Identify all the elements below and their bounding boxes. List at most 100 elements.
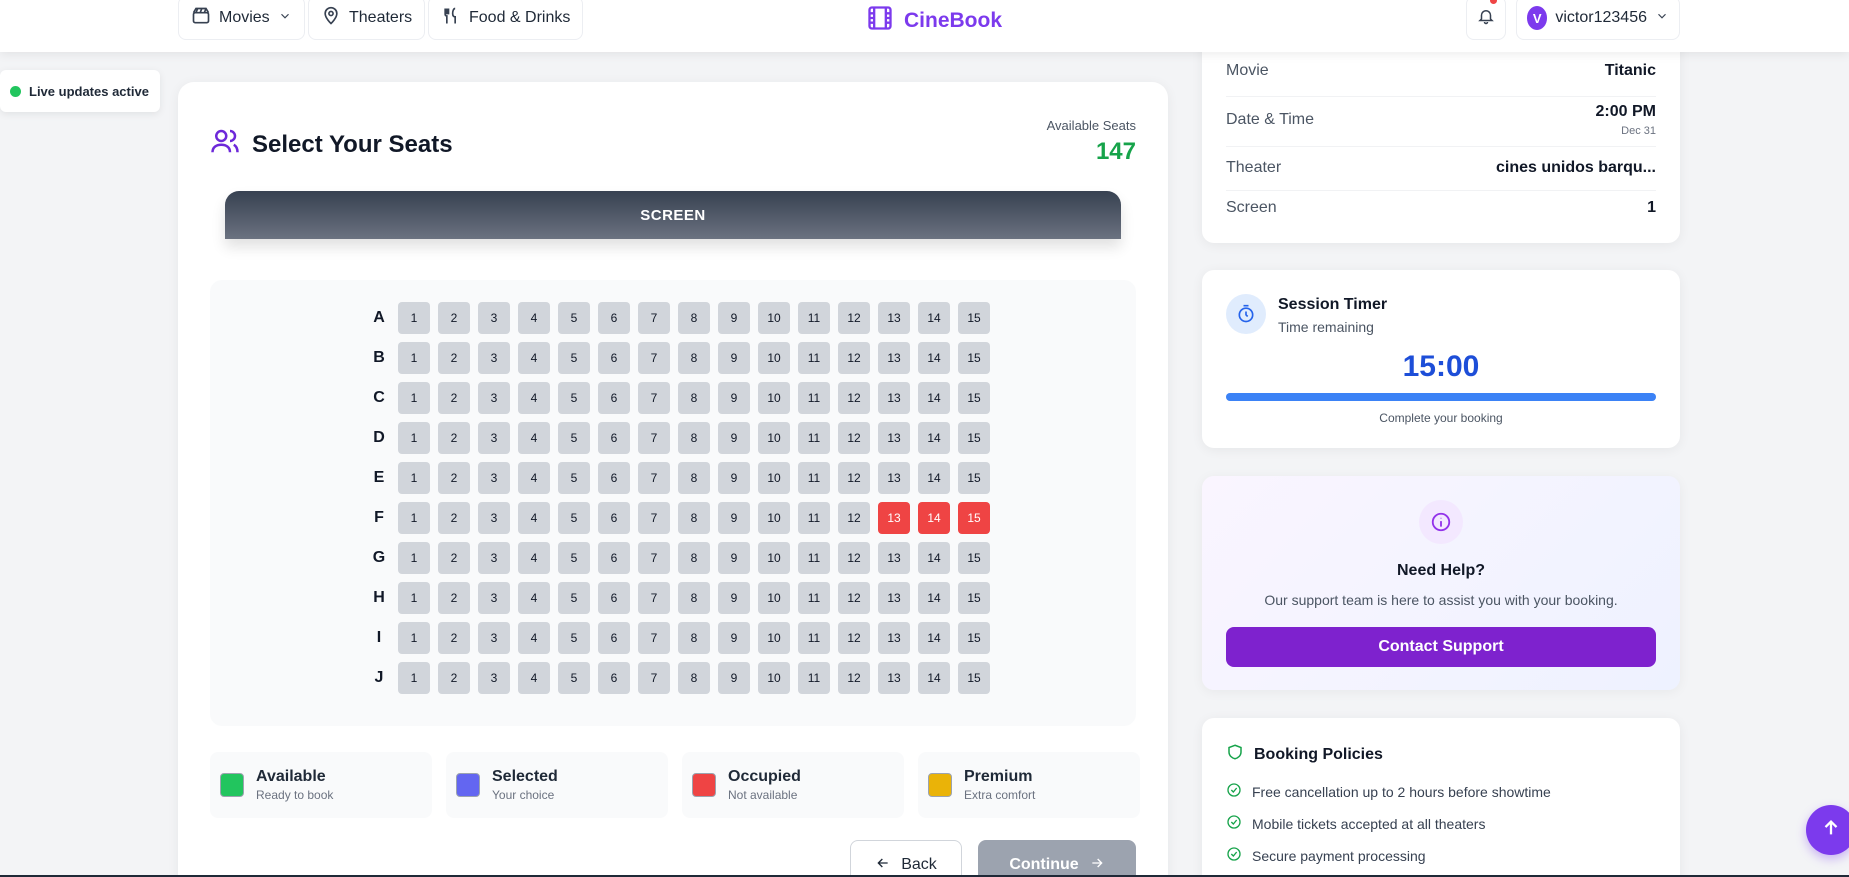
seat-j13[interactable]: 13 bbox=[878, 662, 910, 694]
seat-g9[interactable]: 9 bbox=[718, 542, 750, 574]
seat-a15[interactable]: 15 bbox=[958, 302, 990, 334]
seat-i1[interactable]: 1 bbox=[398, 622, 430, 654]
seat-d9[interactable]: 9 bbox=[718, 422, 750, 454]
user-menu-button[interactable]: V victor123456 bbox=[1516, 0, 1680, 40]
seat-e1[interactable]: 1 bbox=[398, 462, 430, 494]
seat-a12[interactable]: 12 bbox=[838, 302, 870, 334]
seat-j5[interactable]: 5 bbox=[558, 662, 590, 694]
seat-g5[interactable]: 5 bbox=[558, 542, 590, 574]
seat-e14[interactable]: 14 bbox=[918, 462, 950, 494]
seat-c9[interactable]: 9 bbox=[718, 382, 750, 414]
seat-i13[interactable]: 13 bbox=[878, 622, 910, 654]
seat-b3[interactable]: 3 bbox=[478, 342, 510, 374]
seat-h10[interactable]: 10 bbox=[758, 582, 790, 614]
seat-h2[interactable]: 2 bbox=[438, 582, 470, 614]
seat-f10[interactable]: 10 bbox=[758, 502, 790, 534]
seat-g12[interactable]: 12 bbox=[838, 542, 870, 574]
seat-g6[interactable]: 6 bbox=[598, 542, 630, 574]
contact-support-button[interactable]: Contact Support bbox=[1226, 627, 1656, 667]
seat-b13[interactable]: 13 bbox=[878, 342, 910, 374]
seat-f5[interactable]: 5 bbox=[558, 502, 590, 534]
seat-c1[interactable]: 1 bbox=[398, 382, 430, 414]
seat-j9[interactable]: 9 bbox=[718, 662, 750, 694]
seat-h1[interactable]: 1 bbox=[398, 582, 430, 614]
seat-e2[interactable]: 2 bbox=[438, 462, 470, 494]
seat-e12[interactable]: 12 bbox=[838, 462, 870, 494]
seat-b5[interactable]: 5 bbox=[558, 342, 590, 374]
seat-h6[interactable]: 6 bbox=[598, 582, 630, 614]
seat-d6[interactable]: 6 bbox=[598, 422, 630, 454]
seat-g11[interactable]: 11 bbox=[798, 542, 830, 574]
seat-g3[interactable]: 3 bbox=[478, 542, 510, 574]
theaters-nav-button[interactable]: Theaters bbox=[308, 0, 426, 40]
seat-d10[interactable]: 10 bbox=[758, 422, 790, 454]
seat-c3[interactable]: 3 bbox=[478, 382, 510, 414]
seat-j2[interactable]: 2 bbox=[438, 662, 470, 694]
seat-b11[interactable]: 11 bbox=[798, 342, 830, 374]
seat-e5[interactable]: 5 bbox=[558, 462, 590, 494]
seat-b12[interactable]: 12 bbox=[838, 342, 870, 374]
seat-f8[interactable]: 8 bbox=[678, 502, 710, 534]
seat-j15[interactable]: 15 bbox=[958, 662, 990, 694]
seat-c13[interactable]: 13 bbox=[878, 382, 910, 414]
seat-i8[interactable]: 8 bbox=[678, 622, 710, 654]
seat-c14[interactable]: 14 bbox=[918, 382, 950, 414]
seat-j12[interactable]: 12 bbox=[838, 662, 870, 694]
seat-b6[interactable]: 6 bbox=[598, 342, 630, 374]
seat-i9[interactable]: 9 bbox=[718, 622, 750, 654]
seat-g2[interactable]: 2 bbox=[438, 542, 470, 574]
seat-j10[interactable]: 10 bbox=[758, 662, 790, 694]
seat-e4[interactable]: 4 bbox=[518, 462, 550, 494]
seat-i6[interactable]: 6 bbox=[598, 622, 630, 654]
seat-g14[interactable]: 14 bbox=[918, 542, 950, 574]
seat-h4[interactable]: 4 bbox=[518, 582, 550, 614]
seat-h12[interactable]: 12 bbox=[838, 582, 870, 614]
seat-a2[interactable]: 2 bbox=[438, 302, 470, 334]
seat-i3[interactable]: 3 bbox=[478, 622, 510, 654]
continue-button[interactable]: Continue bbox=[978, 840, 1136, 877]
seat-i11[interactable]: 11 bbox=[798, 622, 830, 654]
seat-g10[interactable]: 10 bbox=[758, 542, 790, 574]
seat-h7[interactable]: 7 bbox=[638, 582, 670, 614]
seat-e10[interactable]: 10 bbox=[758, 462, 790, 494]
seat-h14[interactable]: 14 bbox=[918, 582, 950, 614]
seat-e3[interactable]: 3 bbox=[478, 462, 510, 494]
seat-e6[interactable]: 6 bbox=[598, 462, 630, 494]
seat-e7[interactable]: 7 bbox=[638, 462, 670, 494]
seat-b1[interactable]: 1 bbox=[398, 342, 430, 374]
seat-e9[interactable]: 9 bbox=[718, 462, 750, 494]
seat-b10[interactable]: 10 bbox=[758, 342, 790, 374]
seat-c5[interactable]: 5 bbox=[558, 382, 590, 414]
food-drinks-nav-button[interactable]: Food & Drinks bbox=[428, 0, 584, 40]
seat-b9[interactable]: 9 bbox=[718, 342, 750, 374]
seat-c4[interactable]: 4 bbox=[518, 382, 550, 414]
seat-h11[interactable]: 11 bbox=[798, 582, 830, 614]
seat-i7[interactable]: 7 bbox=[638, 622, 670, 654]
seat-d4[interactable]: 4 bbox=[518, 422, 550, 454]
notifications-button[interactable] bbox=[1466, 0, 1506, 40]
seat-a3[interactable]: 3 bbox=[478, 302, 510, 334]
seat-b7[interactable]: 7 bbox=[638, 342, 670, 374]
seat-h8[interactable]: 8 bbox=[678, 582, 710, 614]
seat-f4[interactable]: 4 bbox=[518, 502, 550, 534]
seat-d2[interactable]: 2 bbox=[438, 422, 470, 454]
seat-d12[interactable]: 12 bbox=[838, 422, 870, 454]
scroll-to-top-button[interactable] bbox=[1806, 805, 1849, 855]
seat-b2[interactable]: 2 bbox=[438, 342, 470, 374]
seat-f6[interactable]: 6 bbox=[598, 502, 630, 534]
seat-d3[interactable]: 3 bbox=[478, 422, 510, 454]
seat-a10[interactable]: 10 bbox=[758, 302, 790, 334]
seat-a1[interactable]: 1 bbox=[398, 302, 430, 334]
brand-logo[interactable]: CineBook bbox=[866, 4, 1002, 38]
seat-j11[interactable]: 11 bbox=[798, 662, 830, 694]
seat-e13[interactable]: 13 bbox=[878, 462, 910, 494]
seat-j4[interactable]: 4 bbox=[518, 662, 550, 694]
seat-j3[interactable]: 3 bbox=[478, 662, 510, 694]
seat-h5[interactable]: 5 bbox=[558, 582, 590, 614]
seat-b4[interactable]: 4 bbox=[518, 342, 550, 374]
seat-i15[interactable]: 15 bbox=[958, 622, 990, 654]
seat-c15[interactable]: 15 bbox=[958, 382, 990, 414]
seat-f12[interactable]: 12 bbox=[838, 502, 870, 534]
seat-a6[interactable]: 6 bbox=[598, 302, 630, 334]
seat-c8[interactable]: 8 bbox=[678, 382, 710, 414]
